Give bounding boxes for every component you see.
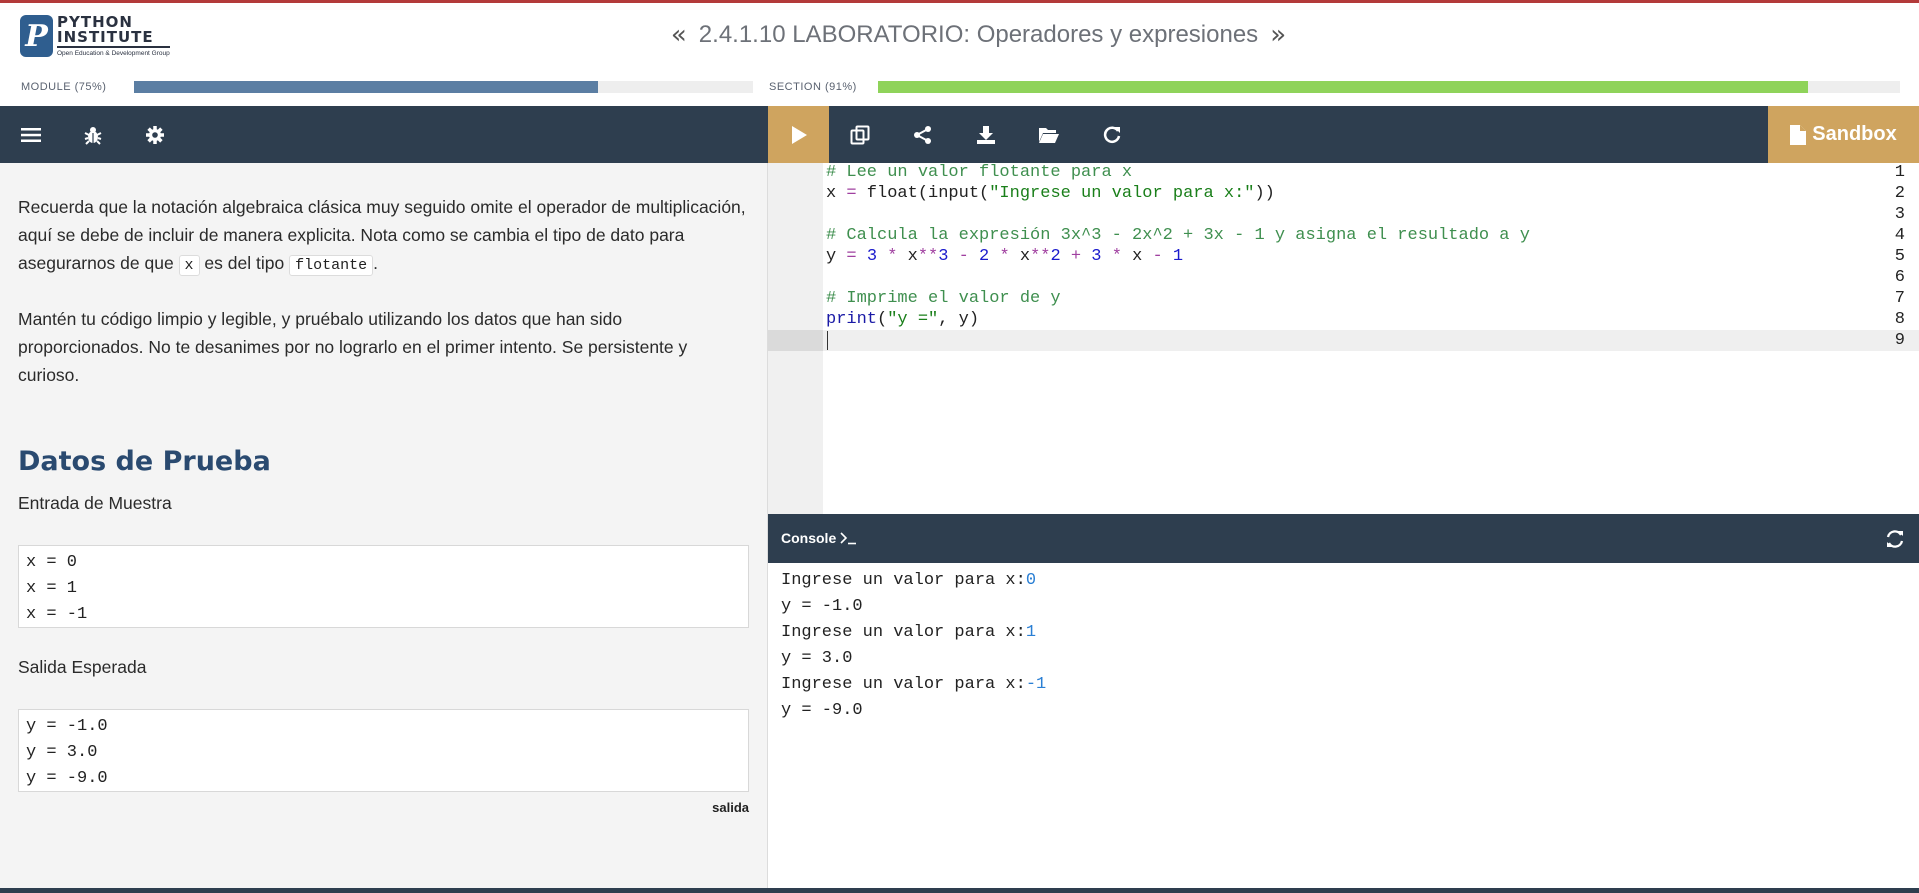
sample-input-line: x = 1 (26, 579, 78, 598)
console-refresh-icon[interactable] (1885, 529, 1905, 554)
right-toolbar: Sandbox (768, 106, 1919, 163)
text-cursor (827, 331, 828, 350)
code-line: print("y =", y) (826, 310, 980, 329)
line-number: 1 (1894, 163, 1905, 182)
console-line: y = 3.0 (781, 649, 853, 668)
sample-input-box: x = 0 x = 1 x = -1 (18, 545, 749, 628)
inline-code-x: x (178, 255, 200, 276)
code-line: # Lee un valor flotante para x (826, 163, 1133, 182)
sandbox-label: Sandbox (1812, 123, 1897, 145)
console-line: Ingrese un valor para x:1 (781, 623, 1036, 642)
console-input: 0 (1025, 571, 1037, 590)
instruction-paragraph-1: Recuerda que la notación algebraica clás… (18, 193, 748, 280)
share-icon[interactable] (892, 106, 954, 163)
console-line: Ingrese un valor para x:-1 (781, 675, 1046, 694)
folder-open-icon[interactable] (1018, 106, 1080, 163)
active-line-gutter (768, 330, 823, 351)
console-input: -1 (1025, 675, 1047, 694)
code-line: x = float(input("Ingrese un valor para x… (826, 184, 1275, 203)
console-prompt: Ingrese un valor para x: (781, 623, 1026, 642)
sample-input-line: x = 0 (26, 553, 78, 572)
output-tag: salida (712, 800, 749, 815)
para1-text-b: es del tipo (199, 253, 290, 273)
code-line: # Imprime el valor de y (826, 289, 1061, 308)
gear-icon[interactable] (124, 106, 186, 163)
console-line: y = -1.0 (781, 597, 863, 616)
instructions-panel: Recuerda que la notación algebraica clás… (0, 163, 768, 888)
refresh-icon[interactable] (1081, 106, 1143, 163)
instruction-paragraph-2: Mantén tu código limpio y legible, y pru… (18, 309, 688, 385)
console-prompt: Ingrese un valor para x: (781, 675, 1026, 694)
copy-icon[interactable] (829, 106, 891, 163)
console-output[interactable]: Ingrese un valor para x:0 y = -1.0 Ingre… (768, 563, 1919, 888)
page-title: 2.4.1.10 LABORATORIO: Operadores y expre… (698, 21, 1259, 48)
console-title: Console (781, 530, 857, 546)
code-editor[interactable]: 1 2 3 4 5 6 7 8 9 # Lee un valor flotant… (768, 163, 1919, 514)
sample-input-line: x = -1 (26, 605, 88, 624)
module-progress: MODULE (75%) (0, 80, 768, 94)
section-progress-track (878, 81, 1900, 93)
prev-chapter-icon[interactable]: « (659, 22, 699, 48)
bug-icon[interactable] (62, 106, 124, 163)
header: P PYTHON INSTITUTE Open Education & Deve… (0, 3, 1919, 73)
sample-input-label: Entrada de Muestra (18, 493, 172, 513)
module-progress-track (134, 81, 753, 93)
download-icon[interactable] (955, 106, 1017, 163)
left-toolbar (0, 106, 768, 163)
line-number: 6 (1894, 268, 1905, 287)
play-icon (791, 125, 807, 144)
module-progress-fill (134, 81, 599, 93)
expected-output-label: Salida Esperada (18, 657, 147, 677)
line-number: 9 (1894, 331, 1905, 350)
expected-output-line: y = -1.0 (26, 717, 108, 736)
line-number: 3 (1894, 205, 1905, 224)
console-line: Ingrese un valor para x:0 (781, 571, 1036, 590)
console-line: y = -9.0 (781, 701, 863, 720)
console-prompt: Ingrese un valor para x: (781, 571, 1026, 590)
para1-text-a: Recuerda que la notación algebraica clás… (18, 197, 746, 273)
line-number: 4 (1894, 226, 1905, 245)
module-progress-label: MODULE (75%) (21, 81, 107, 93)
code-line: y = 3 * x**3 - 2 * x**2 + 3 * x - 1 (826, 247, 1184, 266)
title-wrap: « 2.4.1.10 LABORATORIO: Operadores y exp… (0, 21, 1919, 49)
title-nav: « 2.4.1.10 LABORATORIO: Operadores y exp… (659, 21, 1298, 49)
expected-output-box: y = -1.0 y = 3.0 y = -9.0 (18, 709, 749, 792)
line-number: 2 (1894, 184, 1905, 203)
line-number: 7 (1894, 289, 1905, 308)
section-heading: Datos de Prueba (18, 446, 271, 477)
menu-icon[interactable] (0, 106, 62, 163)
line-number: 8 (1894, 310, 1905, 329)
console-title-text: Console (781, 530, 837, 546)
active-line-highlight (768, 330, 1919, 351)
file-icon (1790, 124, 1807, 145)
code-line: # Calcula la expresión 3x^3 - 2x^2 + 3x … (826, 226, 1530, 245)
sandbox-button[interactable]: Sandbox (1768, 106, 1919, 163)
console-input: 1 (1025, 623, 1037, 642)
run-button[interactable] (768, 106, 829, 163)
expected-output-line: y = 3.0 (26, 743, 98, 762)
next-chapter-icon[interactable]: » (1258, 22, 1298, 48)
expected-output-line: y = -9.0 (26, 769, 108, 788)
inline-code-flotante: flotante (289, 255, 374, 276)
section-progress-fill (878, 81, 1809, 93)
bottom-bar (0, 888, 1919, 893)
logo-tagline: Open Education & Development Group (57, 50, 170, 57)
console-header: Console (768, 514, 1919, 563)
para1-text-c: . (373, 253, 378, 273)
line-number: 5 (1894, 247, 1905, 266)
terminal-prompt-icon (840, 532, 857, 545)
section-progress-label: SECTION (91%) (769, 81, 857, 93)
section-progress: SECTION (91%) (768, 80, 1919, 94)
